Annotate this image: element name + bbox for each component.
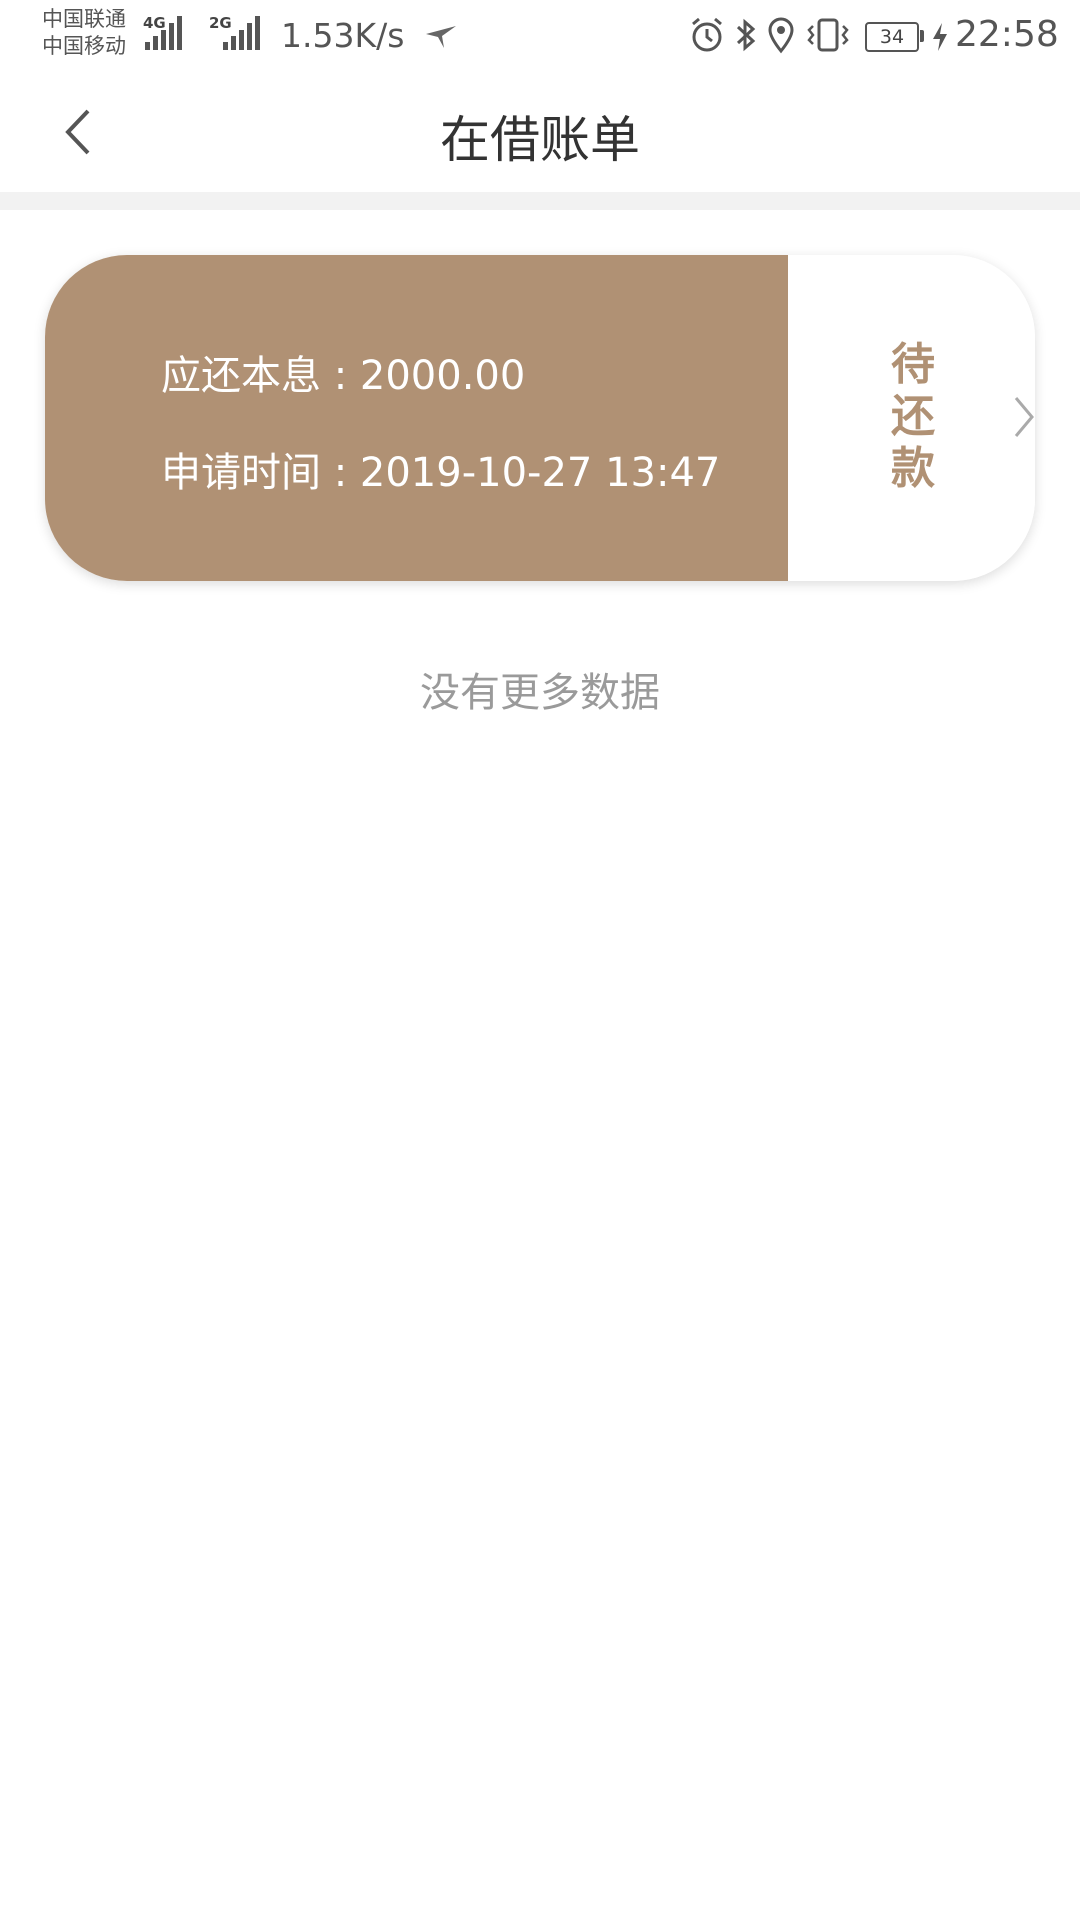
carrier-info: 中国联通 中国移动	[42, 6, 126, 60]
signal-icon-1	[145, 16, 182, 50]
principal-label: 应还本息 :	[161, 353, 360, 399]
signal-icon-2	[223, 16, 260, 50]
apply-time-label: 申请时间 :	[161, 450, 360, 496]
network-speed: 1.53K/s	[281, 16, 405, 55]
nav-bar: 在借账单	[0, 72, 1080, 192]
status-char: 待	[891, 339, 935, 390]
repayment-status: 待 还 款	[888, 339, 938, 495]
bird-icon	[426, 26, 456, 48]
page-title: 在借账单	[440, 111, 640, 169]
location-icon	[768, 17, 794, 54]
status-char: 款	[891, 443, 935, 494]
alarm-icon	[692, 17, 722, 52]
battery-indicator: 34	[865, 22, 919, 52]
apply-time-row: 申请时间 : 2019-10-27 13:47	[161, 440, 720, 498]
apply-time-value: 2019-10-27 13:47	[359, 450, 721, 496]
chevron-right-icon	[1014, 397, 1034, 437]
principal-value: 2000.00	[359, 353, 526, 399]
section-divider	[0, 192, 1080, 210]
no-more-data-text: 没有更多数据	[420, 670, 660, 716]
clock: 22:58	[955, 14, 1059, 55]
charging-icon	[933, 23, 947, 51]
vibrate-icon	[807, 18, 849, 52]
loan-status-panel[interactable]: 待 还 款	[788, 255, 1035, 581]
status-char: 还	[891, 391, 935, 442]
loan-info-panel: 应还本息 : 2000.00 申请时间 : 2019-10-27 13:47	[45, 255, 788, 581]
loan-card[interactable]: 应还本息 : 2000.00 申请时间 : 2019-10-27 13:47 待…	[45, 255, 1035, 581]
bluetooth-icon	[736, 18, 756, 52]
status-bar: 中国联通 中国移动 4G 2G 1.53K/s 34 22:58	[0, 0, 1080, 72]
principal-row: 应还本息 : 2000.00	[161, 343, 525, 401]
carrier-1: 中国联通	[42, 7, 126, 31]
carrier-2: 中国移动	[42, 34, 126, 58]
battery-tip	[920, 30, 924, 42]
